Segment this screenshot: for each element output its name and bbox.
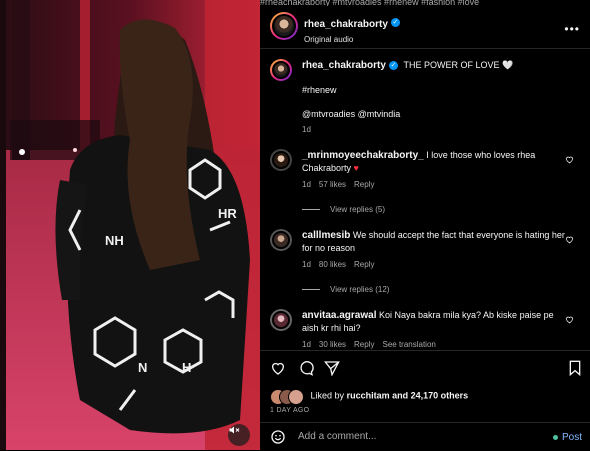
post-date[interactable]: 1 DAY AGO [270,407,309,414]
caption-text: THE POWER OF LOVE [403,60,500,70]
like-comment-heart-icon[interactable] [565,155,574,164]
caption-time: 1d [302,125,311,134]
emoji-smiley-icon[interactable] [270,429,286,445]
post-header: rhea_chakraborty ✓ Original audio ••• [260,6,590,49]
comment-time: 1d [302,180,311,189]
more-options-icon[interactable]: ••• [564,22,580,36]
red-heart-emoji: ♥ [353,163,359,173]
liked-by-label: Liked by [310,390,345,401]
commenter-username[interactable]: calllmesib [302,230,350,241]
white-heart-emoji: 🤍 [501,60,514,70]
commenter-username[interactable]: _mrinmoyeechakraborty_ [302,150,424,161]
comment-time: 1d [302,260,311,269]
liker-avatars[interactable] [270,389,304,405]
caption-mentions[interactable]: @mtvroadies @mtvindia [302,108,572,120]
view-replies-button[interactable]: View replies (5) [302,205,385,214]
caption-username[interactable]: rhea_chakraborty [302,60,386,71]
author-avatar[interactable] [270,12,298,40]
status-dot-icon [552,434,558,440]
svg-text:HR: HR [218,206,237,221]
mute-button[interactable] [228,424,250,446]
post-button-label: Post [561,432,582,443]
svg-text:H: H [182,360,191,375]
reply-button[interactable]: Reply [354,340,374,349]
commenter-avatar[interactable] [270,229,292,251]
like-comment-heart-icon[interactable] [565,235,574,244]
comment-likes[interactable]: 57 likes [319,180,346,189]
likes-summary: Liked by rucchitam and 24,170 others [270,389,468,405]
see-translation-button[interactable]: See translation [382,340,435,349]
like-heart-icon[interactable] [270,360,286,376]
like-comment-heart-icon[interactable] [565,315,574,324]
speaker-muted-icon [229,426,240,434]
reply-button[interactable]: Reply [354,260,374,269]
caption-hashtag[interactable]: #rhenew [302,84,572,96]
commenter-avatar[interactable] [270,149,292,171]
post-panel: #rheachakraborty #mtvroadies #rhenew #fa… [260,0,590,450]
view-replies-button[interactable]: View replies (12) [302,285,389,294]
author-username[interactable]: rhea_chakraborty [304,19,388,30]
others-count[interactable]: and 24,170 others [392,390,468,400]
comment-likes[interactable]: 80 likes [319,260,346,269]
audio-label[interactable]: Original audio [304,35,400,44]
svg-text:NH: NH [105,233,124,248]
reel-video-frame: N HHRNH [0,0,260,450]
comment-time: 1d [302,340,311,349]
reply-button[interactable]: Reply [354,180,374,189]
view-replies-label: View replies (12) [330,285,390,294]
comments-section: rhea_chakraborty ✓ THE POWER OF LOVE 🤍 #r… [260,49,590,349]
liker-username[interactable]: rucchitam [347,390,390,400]
add-comment-bar: Post [260,422,590,451]
commenter-avatar[interactable] [270,309,292,331]
commenter-username[interactable]: anvitaa.agrawal [302,310,376,321]
reel-video[interactable]: N H HR NH [0,0,260,450]
verified-badge-icon: ✓ [388,61,398,71]
svg-text:N: N [138,360,147,375]
caption-avatar[interactable] [270,59,292,81]
view-replies-label: View replies (5) [330,205,385,214]
comment-likes[interactable]: 30 likes [319,340,346,349]
comment-input[interactable] [296,430,530,443]
share-send-icon[interactable] [324,360,340,376]
post-comment-button[interactable]: Post [552,432,582,443]
verified-badge-icon: ✓ [390,18,400,28]
comment-bubble-icon[interactable] [298,360,314,376]
bookmark-save-icon[interactable] [568,360,582,376]
